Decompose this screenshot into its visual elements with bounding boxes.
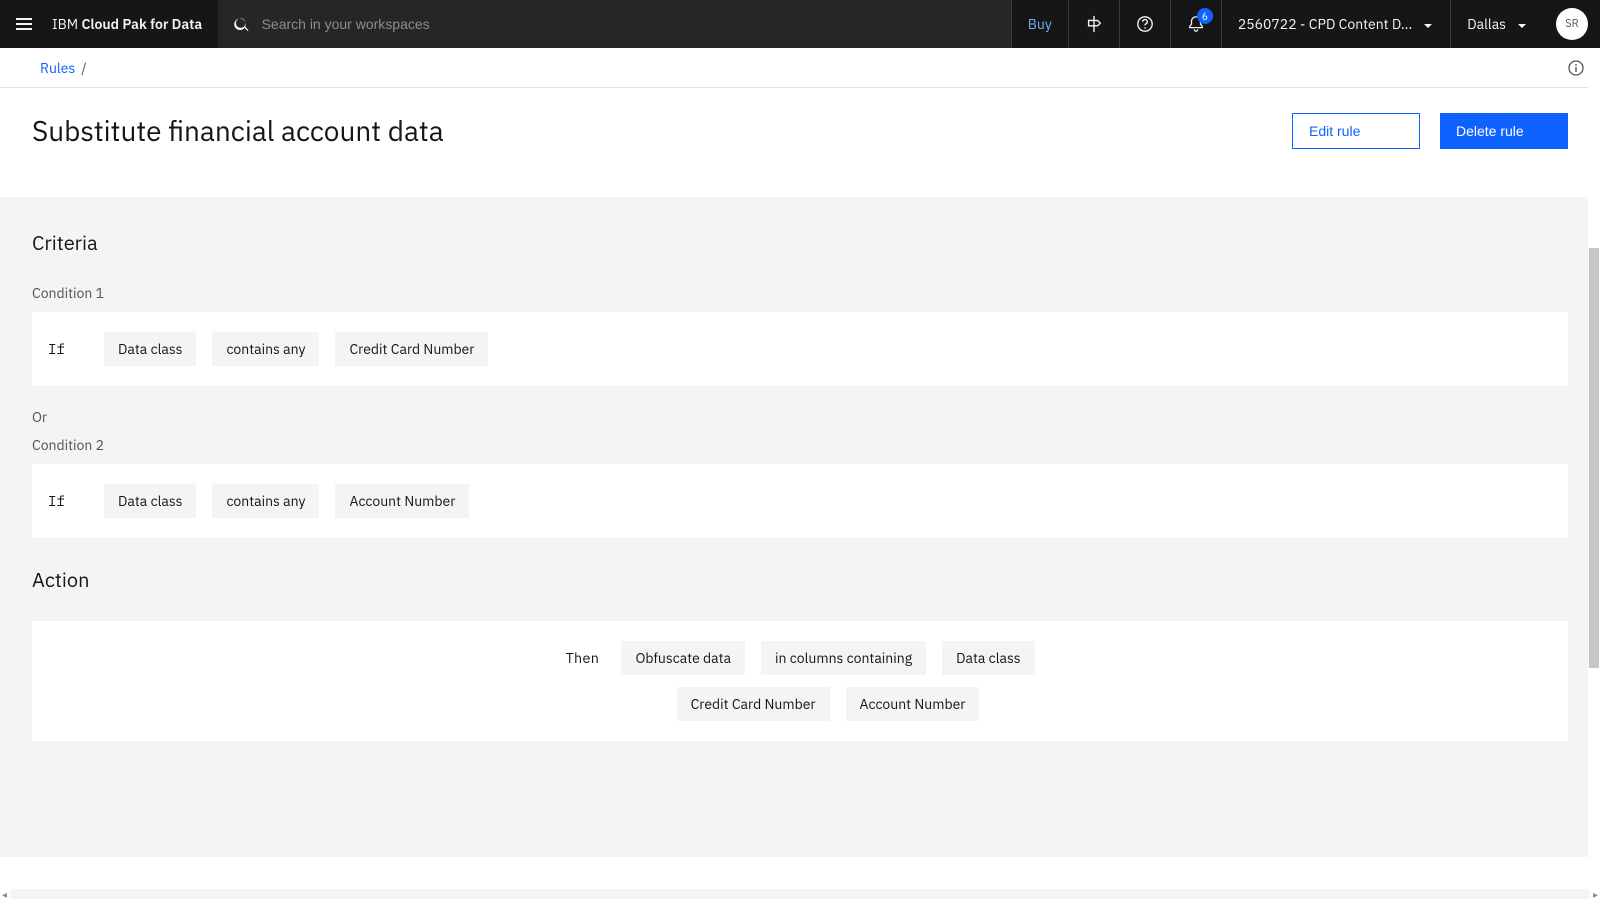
notifications-button[interactable]: 6 bbox=[1170, 0, 1221, 48]
title-row: Substitute financial account data Edit r… bbox=[0, 88, 1600, 197]
search-input[interactable] bbox=[262, 16, 995, 32]
edit-rule-button[interactable]: Edit rule bbox=[1292, 113, 1420, 149]
pill: contains any bbox=[212, 332, 319, 366]
avatar: SR bbox=[1556, 8, 1588, 40]
help-button[interactable] bbox=[1119, 0, 1170, 48]
delete-rule-button[interactable]: Delete rule bbox=[1440, 113, 1568, 149]
pill: Obfuscate data bbox=[621, 641, 745, 675]
avatar-wrap[interactable]: SR bbox=[1544, 0, 1600, 48]
hamburger-icon bbox=[14, 14, 34, 34]
action-row-2: Then Credit Card Number Account Number bbox=[621, 687, 980, 721]
action-box: Then Obfuscate data in columns containin… bbox=[32, 621, 1568, 741]
scroll-right-icon: ▸ bbox=[1593, 888, 1598, 900]
top-bar: IBM Cloud Pak for Data Buy 6 2560722 - C… bbox=[0, 0, 1600, 48]
condition-2-box: If Data class contains any Account Numbe… bbox=[32, 464, 1568, 538]
brand-label: IBM Cloud Pak for Data bbox=[48, 15, 218, 33]
breadcrumb-root-link[interactable]: Rules bbox=[40, 59, 75, 77]
pill: Data class bbox=[104, 484, 196, 518]
account-label: 2560722 - CPD Content D... bbox=[1238, 15, 1412, 33]
if-prefix: If bbox=[48, 340, 88, 358]
content-area: Criteria Condition 1 If Data class conta… bbox=[0, 197, 1600, 857]
title-actions: Edit rule Delete rule bbox=[1292, 113, 1568, 149]
pill: in columns containing bbox=[761, 641, 926, 675]
pill: contains any bbox=[212, 484, 319, 518]
signpost-icon bbox=[1085, 15, 1103, 33]
breadcrumb: Rules / bbox=[0, 48, 1600, 88]
account-switcher[interactable]: 2560722 - CPD Content D... bbox=[1221, 0, 1450, 48]
then-prefix: Then bbox=[565, 649, 605, 667]
scroll-thumb[interactable] bbox=[1589, 248, 1599, 668]
brand-name: Cloud Pak for Data bbox=[81, 15, 202, 33]
action-heading: Action bbox=[32, 566, 1568, 593]
header-right: Buy 6 2560722 - CPD Content D... Dallas … bbox=[1011, 0, 1600, 48]
search-wrap[interactable] bbox=[218, 0, 1011, 48]
info-button[interactable] bbox=[1568, 60, 1584, 76]
pill: Account Number bbox=[846, 687, 980, 721]
condition-2-label: Condition 2 bbox=[32, 436, 1568, 454]
vertical-scrollbar[interactable] bbox=[1588, 48, 1600, 888]
condition-1-label: Condition 1 bbox=[32, 284, 1568, 302]
criteria-heading: Criteria bbox=[32, 229, 1568, 256]
region-switcher[interactable]: Dallas bbox=[1450, 0, 1544, 48]
brand-prefix: IBM bbox=[52, 15, 78, 33]
page-title: Substitute financial account data bbox=[32, 112, 444, 149]
pill: Data class bbox=[104, 332, 196, 366]
help-icon bbox=[1136, 15, 1154, 33]
chevron-down-icon bbox=[1516, 18, 1528, 30]
signpost-button[interactable] bbox=[1068, 0, 1119, 48]
buy-link[interactable]: Buy bbox=[1011, 0, 1068, 48]
pill: Data class bbox=[942, 641, 1034, 675]
horizontal-scrollbar[interactable]: ◂ ▸ bbox=[0, 888, 1600, 900]
hamburger-menu-button[interactable] bbox=[0, 0, 48, 48]
breadcrumb-separator: / bbox=[81, 59, 86, 77]
pill: Account Number bbox=[335, 484, 469, 518]
scroll-left-icon: ◂ bbox=[2, 888, 7, 900]
info-icon bbox=[1568, 60, 1584, 76]
action-row-1: Then Obfuscate data in columns containin… bbox=[565, 641, 1034, 675]
pill: Credit Card Number bbox=[335, 332, 488, 366]
chevron-down-icon bbox=[1422, 18, 1434, 30]
or-label: Or bbox=[32, 408, 1568, 426]
if-prefix: If bbox=[48, 492, 88, 510]
notification-badge: 6 bbox=[1197, 8, 1213, 24]
condition-1-box: If Data class contains any Credit Card N… bbox=[32, 312, 1568, 386]
buy-label: Buy bbox=[1028, 15, 1052, 33]
pill: Credit Card Number bbox=[677, 687, 830, 721]
search-icon bbox=[234, 16, 249, 32]
region-label: Dallas bbox=[1467, 15, 1506, 33]
horizontal-scroll-track[interactable] bbox=[11, 889, 1589, 899]
